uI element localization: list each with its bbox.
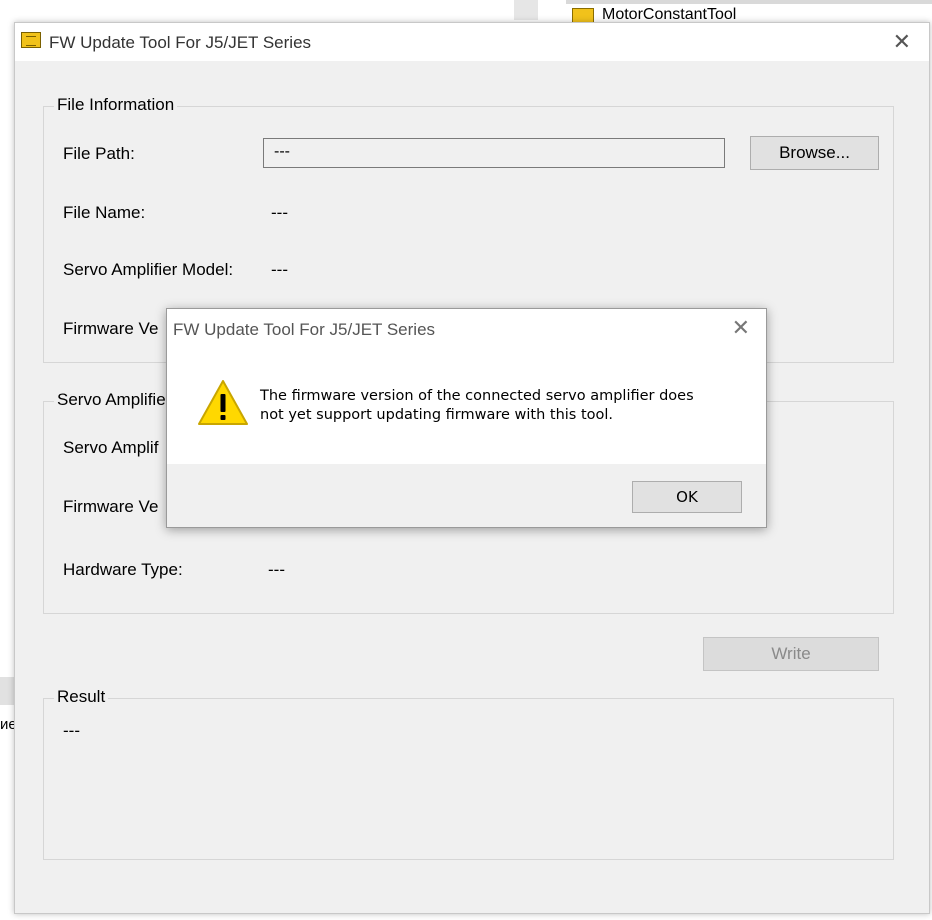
- background-strip: [514, 0, 538, 20]
- app-icon: [21, 32, 41, 48]
- result-group: Result: [43, 687, 894, 860]
- file-name-label: File Name:: [63, 203, 146, 222]
- servo-firmware-label: Firmware Ve: [63, 497, 159, 516]
- servo-amplifier-label: Servo Amplif: [63, 438, 159, 457]
- result-value: ---: [63, 721, 80, 740]
- servo-model-label: Servo Amplifier Model:: [63, 260, 234, 279]
- firmware-version-label: Firmware Ve: [63, 319, 159, 338]
- dialog-title: FW Update Tool For J5/JET Series: [173, 320, 436, 339]
- title-bar: FW Update Tool For J5/JET Series ✕: [15, 23, 929, 61]
- ok-button[interactable]: OK: [632, 481, 742, 513]
- window-title: FW Update Tool For J5/JET Series: [49, 33, 312, 52]
- hardware-type-value: ---: [268, 560, 285, 579]
- dialog-message-line: The firmware version of the connected se…: [260, 388, 694, 404]
- dialog-title-bar: FW Update Tool For J5/JET Series ✕: [167, 309, 766, 349]
- write-button[interactable]: Write: [703, 637, 879, 671]
- warning-icon: [198, 380, 248, 425]
- close-icon[interactable]: ✕: [893, 31, 911, 53]
- group-title: Result: [54, 687, 109, 707]
- hardware-type-label: Hardware Type:: [63, 560, 183, 579]
- background-window-left: [0, 0, 14, 920]
- dialog-body: The firmware version of the connected se…: [167, 349, 766, 464]
- browse-button[interactable]: Browse...: [750, 136, 879, 170]
- dialog-message-line: not yet support updating firmware with t…: [260, 407, 614, 423]
- dialog-message: The firmware version of the connected se…: [260, 387, 740, 425]
- message-dialog: FW Update Tool For J5/JET Series ✕ The f…: [166, 308, 767, 528]
- file-path-label: File Path:: [63, 144, 135, 163]
- servo-model-value: ---: [271, 260, 288, 279]
- background-bar: [0, 677, 14, 705]
- file-name-value: ---: [271, 203, 288, 222]
- close-icon[interactable]: ✕: [732, 317, 750, 339]
- group-title: File Information: [54, 95, 178, 115]
- file-path-field[interactable]: ---: [263, 138, 725, 168]
- group-title: Servo Amplifie: [54, 390, 169, 410]
